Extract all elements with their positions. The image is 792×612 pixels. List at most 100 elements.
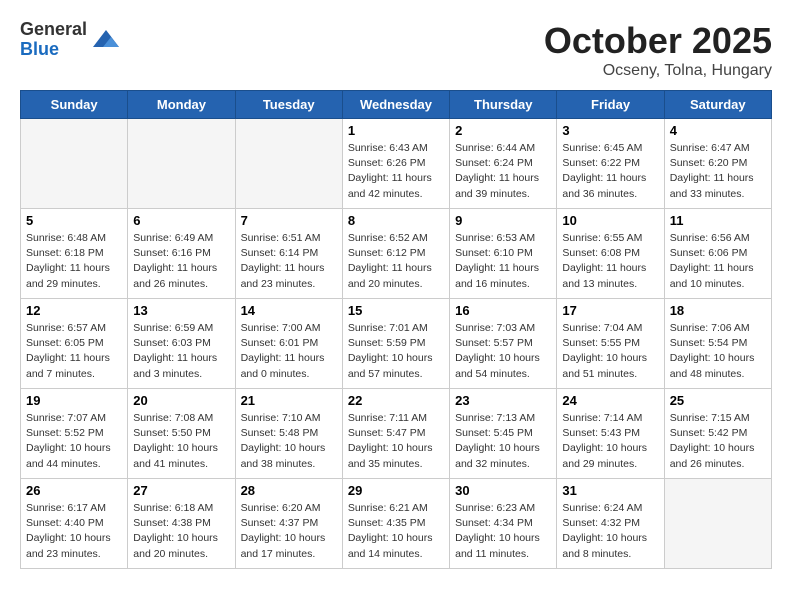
- calendar-cell: 26 Sunrise: 6:17 AM Sunset: 4:40 PM Dayli…: [21, 479, 128, 569]
- calendar-cell: 19 Sunrise: 7:07 AM Sunset: 5:52 PM Dayli…: [21, 389, 128, 479]
- day-number: 22: [348, 393, 444, 408]
- calendar-cell: 31Sunrise: 6:24 AM Sunset: 4:32 PM Dayli…: [557, 479, 664, 569]
- calendar-cell: 27Sunrise: 6:18 AM Sunset: 4:38 PM Dayli…: [128, 479, 235, 569]
- calendar-cell: 4 Sunrise: 6:47 AM Sunset: 6:20 PM Daylig…: [664, 119, 771, 209]
- day-number: 16: [455, 303, 551, 318]
- calendar-cell: 10Sunrise: 6:55 AM Sunset: 6:08 PM Dayli…: [557, 209, 664, 299]
- day-number: 6: [133, 213, 229, 228]
- month-title: October 2025: [544, 20, 772, 62]
- calendar-cell: [664, 479, 771, 569]
- calendar-cell: 6Sunrise: 6:49 AM Sunset: 6:16 PM Daylig…: [128, 209, 235, 299]
- day-info: Sunrise: 6:43 AM Sunset: 6:26 PM Dayligh…: [348, 141, 444, 202]
- day-number: 17: [562, 303, 658, 318]
- day-info: Sunrise: 7:10 AM Sunset: 5:48 PM Dayligh…: [241, 411, 337, 472]
- day-number: 28: [241, 483, 337, 498]
- weekday-header-sunday: Sunday: [21, 91, 128, 119]
- day-info: Sunrise: 6:17 AM Sunset: 4:40 PM Dayligh…: [26, 501, 122, 562]
- calendar-cell: 3Sunrise: 6:45 AM Sunset: 6:22 PM Daylig…: [557, 119, 664, 209]
- week-row-4: 19 Sunrise: 7:07 AM Sunset: 5:52 PM Dayli…: [21, 389, 772, 479]
- calendar-cell: 11 Sunrise: 6:56 AM Sunset: 6:06 PM Dayli…: [664, 209, 771, 299]
- day-info: Sunrise: 7:13 AM Sunset: 5:45 PM Dayligh…: [455, 411, 551, 472]
- logo-text: General Blue: [20, 20, 87, 60]
- calendar-cell: 1 Sunrise: 6:43 AM Sunset: 6:26 PM Daylig…: [342, 119, 449, 209]
- day-number: 24: [562, 393, 658, 408]
- calendar-cell: 17 Sunrise: 7:04 AM Sunset: 5:55 PM Dayli…: [557, 299, 664, 389]
- calendar-cell: 14 Sunrise: 7:00 AM Sunset: 6:01 PM Dayli…: [235, 299, 342, 389]
- day-number: 12: [26, 303, 122, 318]
- day-number: 14: [241, 303, 337, 318]
- day-info: Sunrise: 7:15 AM Sunset: 5:42 PM Dayligh…: [670, 411, 766, 472]
- calendar-cell: 22 Sunrise: 7:11 AM Sunset: 5:47 PM Dayli…: [342, 389, 449, 479]
- day-number: 25: [670, 393, 766, 408]
- location: Ocseny, Tolna, Hungary: [544, 62, 772, 80]
- day-info: Sunrise: 7:11 AM Sunset: 5:47 PM Dayligh…: [348, 411, 444, 472]
- day-info: Sunrise: 7:04 AM Sunset: 5:55 PM Dayligh…: [562, 321, 658, 382]
- calendar-cell: 9 Sunrise: 6:53 AM Sunset: 6:10 PM Daylig…: [450, 209, 557, 299]
- day-info: Sunrise: 7:00 AM Sunset: 6:01 PM Dayligh…: [241, 321, 337, 382]
- day-info: Sunrise: 7:08 AM Sunset: 5:50 PM Dayligh…: [133, 411, 229, 472]
- day-number: 5: [26, 213, 122, 228]
- calendar-table: SundayMondayTuesdayWednesdayThursdayFrid…: [20, 90, 772, 569]
- day-info: Sunrise: 6:24 AM Sunset: 4:32 PM Dayligh…: [562, 501, 658, 562]
- day-info: Sunrise: 6:51 AM Sunset: 6:14 PM Dayligh…: [241, 231, 337, 292]
- day-number: 7: [241, 213, 337, 228]
- day-info: Sunrise: 6:53 AM Sunset: 6:10 PM Dayligh…: [455, 231, 551, 292]
- day-info: Sunrise: 7:01 AM Sunset: 5:59 PM Dayligh…: [348, 321, 444, 382]
- page-header: General Blue October 2025 Ocseny, Tolna,…: [20, 20, 772, 80]
- week-row-5: 26 Sunrise: 6:17 AM Sunset: 4:40 PM Dayli…: [21, 479, 772, 569]
- day-info: Sunrise: 6:48 AM Sunset: 6:18 PM Dayligh…: [26, 231, 122, 292]
- weekday-header-thursday: Thursday: [450, 91, 557, 119]
- day-number: 23: [455, 393, 551, 408]
- calendar-cell: 18 Sunrise: 7:06 AM Sunset: 5:54 PM Dayli…: [664, 299, 771, 389]
- day-info: Sunrise: 6:23 AM Sunset: 4:34 PM Dayligh…: [455, 501, 551, 562]
- day-info: Sunrise: 7:06 AM Sunset: 5:54 PM Dayligh…: [670, 321, 766, 382]
- weekday-header-friday: Friday: [557, 91, 664, 119]
- day-info: Sunrise: 6:57 AM Sunset: 6:05 PM Dayligh…: [26, 321, 122, 382]
- day-number: 4: [670, 123, 766, 138]
- calendar-cell: 8Sunrise: 6:52 AM Sunset: 6:12 PM Daylig…: [342, 209, 449, 299]
- weekday-header-monday: Monday: [128, 91, 235, 119]
- calendar-cell: 13 Sunrise: 6:59 AM Sunset: 6:03 PM Dayli…: [128, 299, 235, 389]
- day-number: 15: [348, 303, 444, 318]
- day-info: Sunrise: 6:55 AM Sunset: 6:08 PM Dayligh…: [562, 231, 658, 292]
- day-number: 9: [455, 213, 551, 228]
- day-info: Sunrise: 7:07 AM Sunset: 5:52 PM Dayligh…: [26, 411, 122, 472]
- day-number: 19: [26, 393, 122, 408]
- logo-icon: [91, 25, 121, 55]
- day-number: 11: [670, 213, 766, 228]
- day-number: 29: [348, 483, 444, 498]
- calendar-cell: [21, 119, 128, 209]
- calendar-cell: 30Sunrise: 6:23 AM Sunset: 4:34 PM Dayli…: [450, 479, 557, 569]
- day-number: 26: [26, 483, 122, 498]
- calendar-cell: 29 Sunrise: 6:21 AM Sunset: 4:35 PM Dayli…: [342, 479, 449, 569]
- logo-blue: Blue: [20, 40, 87, 60]
- day-number: 1: [348, 123, 444, 138]
- calendar-cell: 12 Sunrise: 6:57 AM Sunset: 6:05 PM Dayli…: [21, 299, 128, 389]
- weekday-header-tuesday: Tuesday: [235, 91, 342, 119]
- day-info: Sunrise: 6:56 AM Sunset: 6:06 PM Dayligh…: [670, 231, 766, 292]
- day-number: 8: [348, 213, 444, 228]
- weekday-header-row: SundayMondayTuesdayWednesdayThursdayFrid…: [21, 91, 772, 119]
- calendar-cell: 21Sunrise: 7:10 AM Sunset: 5:48 PM Dayli…: [235, 389, 342, 479]
- day-number: 18: [670, 303, 766, 318]
- calendar-cell: 23 Sunrise: 7:13 AM Sunset: 5:45 PM Dayli…: [450, 389, 557, 479]
- day-info: Sunrise: 6:21 AM Sunset: 4:35 PM Dayligh…: [348, 501, 444, 562]
- day-info: Sunrise: 7:03 AM Sunset: 5:57 PM Dayligh…: [455, 321, 551, 382]
- day-info: Sunrise: 6:44 AM Sunset: 6:24 PM Dayligh…: [455, 141, 551, 202]
- day-info: Sunrise: 6:20 AM Sunset: 4:37 PM Dayligh…: [241, 501, 337, 562]
- calendar-cell: 7 Sunrise: 6:51 AM Sunset: 6:14 PM Daylig…: [235, 209, 342, 299]
- calendar-cell: 15 Sunrise: 7:01 AM Sunset: 5:59 PM Dayli…: [342, 299, 449, 389]
- week-row-1: 1 Sunrise: 6:43 AM Sunset: 6:26 PM Daylig…: [21, 119, 772, 209]
- day-number: 13: [133, 303, 229, 318]
- logo-general: General: [20, 20, 87, 40]
- day-info: Sunrise: 6:59 AM Sunset: 6:03 PM Dayligh…: [133, 321, 229, 382]
- day-info: Sunrise: 6:47 AM Sunset: 6:20 PM Dayligh…: [670, 141, 766, 202]
- calendar-cell: 24 Sunrise: 7:14 AM Sunset: 5:43 PM Dayli…: [557, 389, 664, 479]
- week-row-3: 12 Sunrise: 6:57 AM Sunset: 6:05 PM Dayli…: [21, 299, 772, 389]
- day-info: Sunrise: 6:18 AM Sunset: 4:38 PM Dayligh…: [133, 501, 229, 562]
- calendar-cell: 28 Sunrise: 6:20 AM Sunset: 4:37 PM Dayli…: [235, 479, 342, 569]
- calendar-cell: 25 Sunrise: 7:15 AM Sunset: 5:42 PM Dayli…: [664, 389, 771, 479]
- day-info: Sunrise: 7:14 AM Sunset: 5:43 PM Dayligh…: [562, 411, 658, 472]
- calendar-cell: 5 Sunrise: 6:48 AM Sunset: 6:18 PM Daylig…: [21, 209, 128, 299]
- weekday-header-saturday: Saturday: [664, 91, 771, 119]
